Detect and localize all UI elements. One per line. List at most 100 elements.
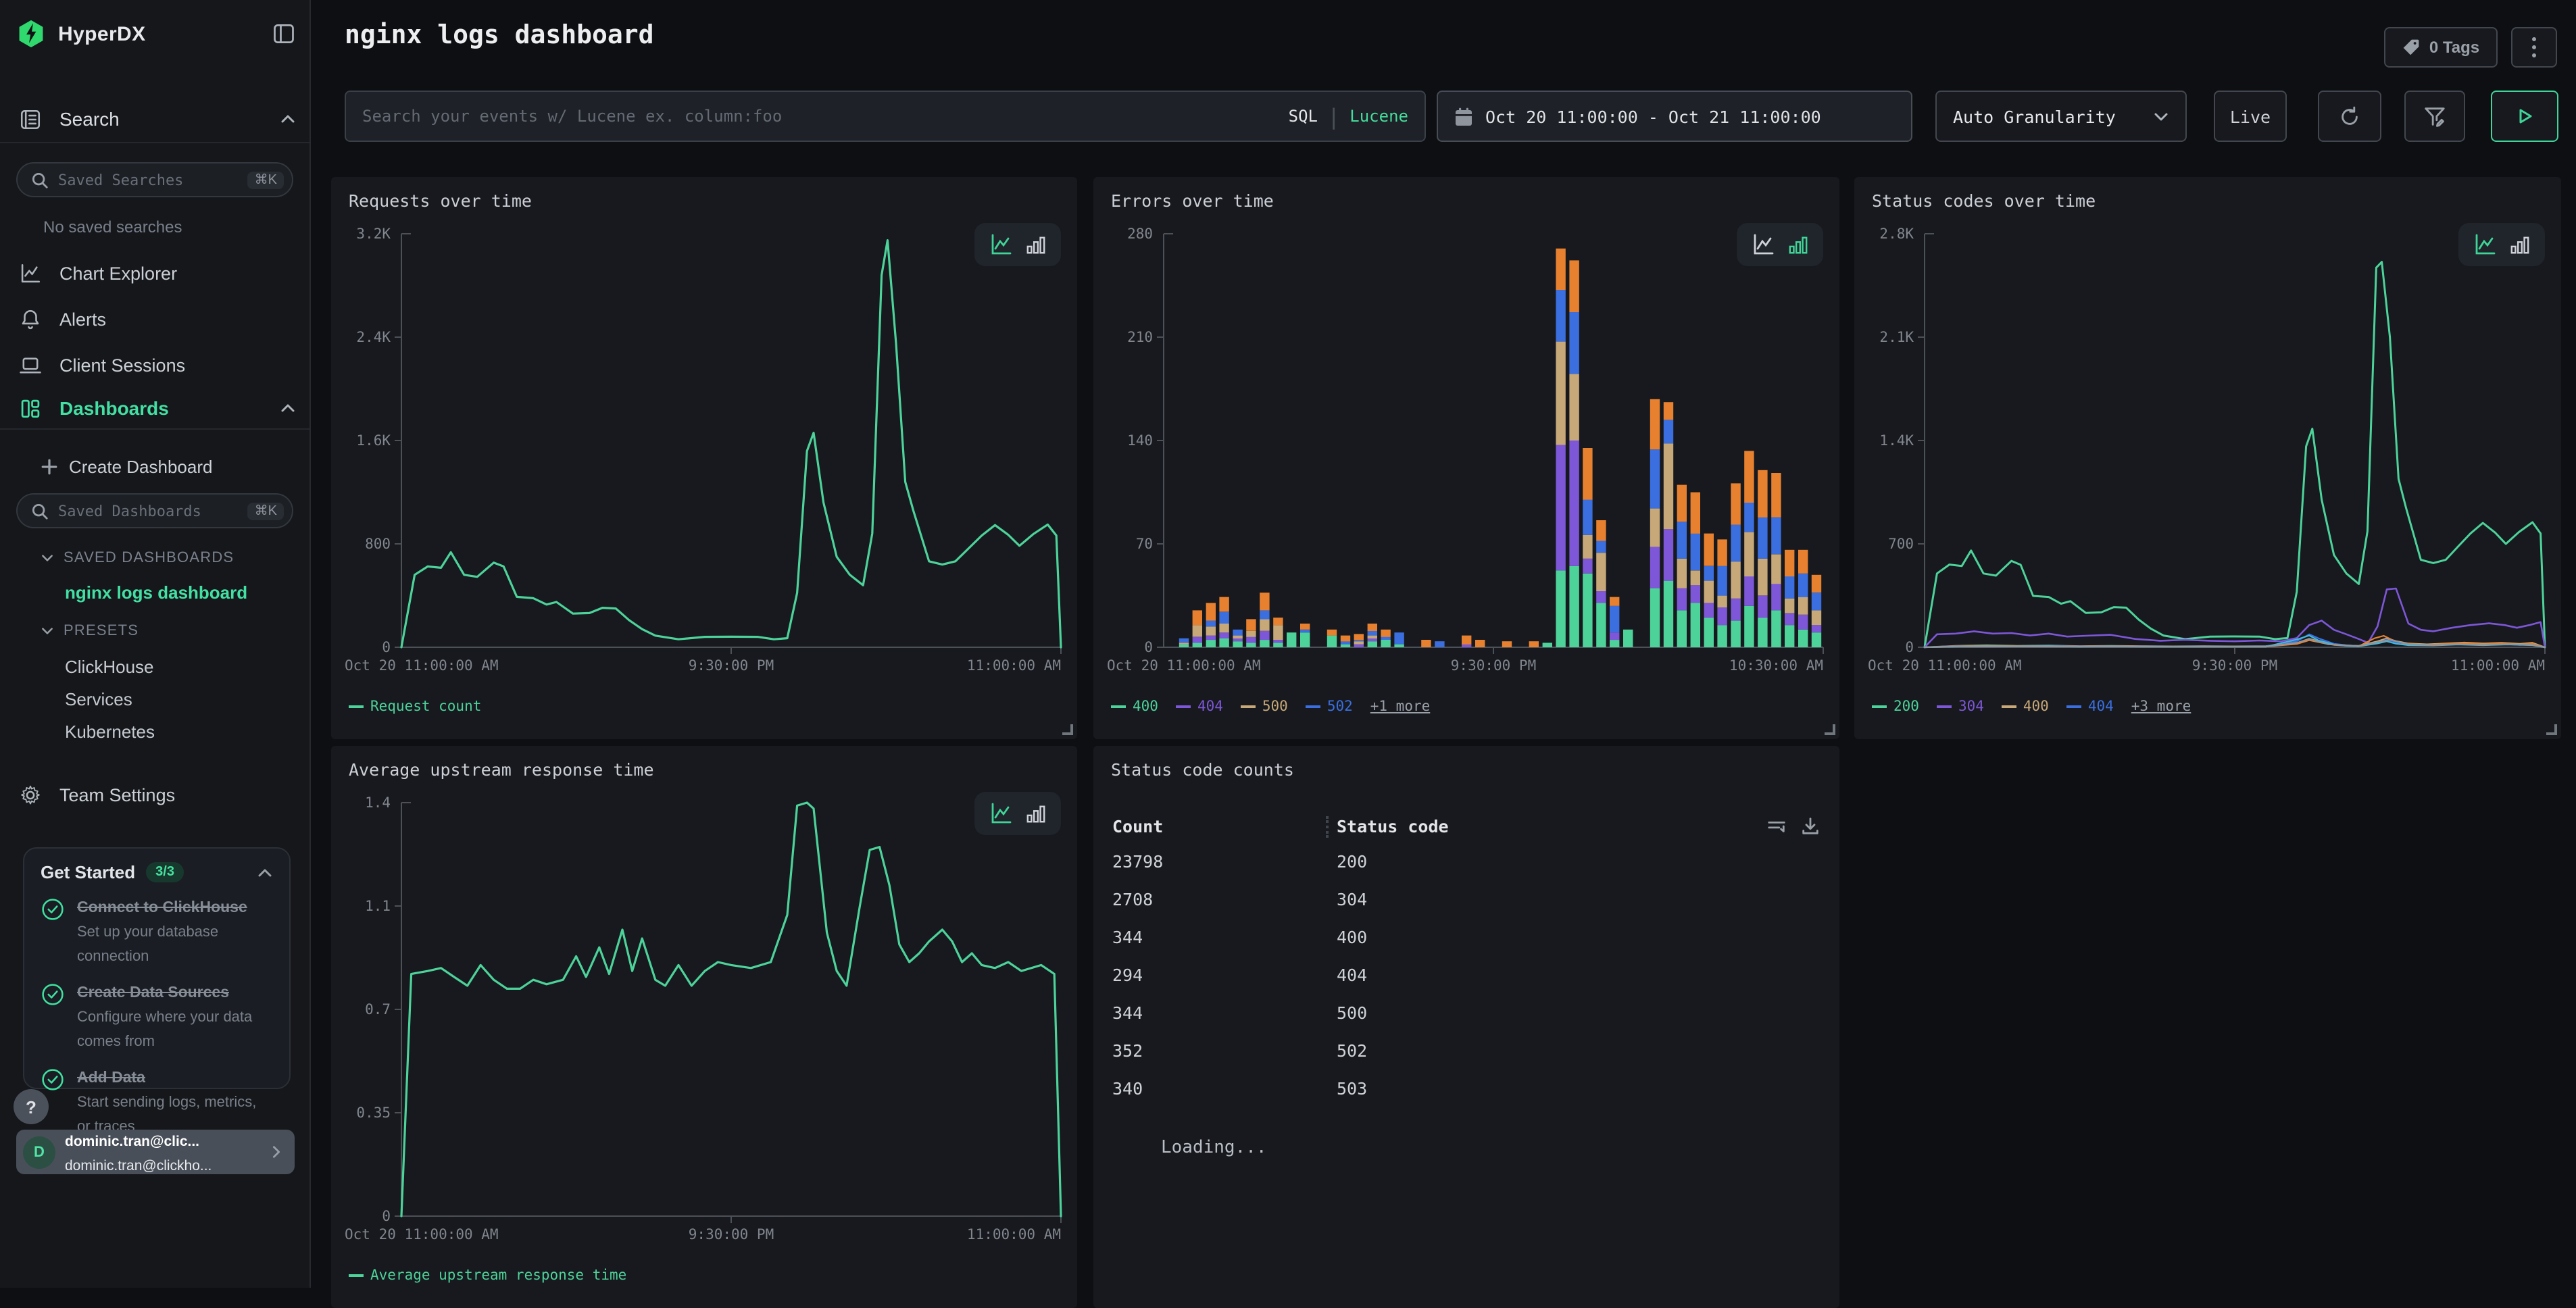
panel-resize-handle[interactable] <box>1825 724 1835 735</box>
table-header-count[interactable]: Count <box>1112 816 1163 836</box>
plus-icon <box>41 457 58 475</box>
sidebar: HyperDX Search Saved Searches ⌘K No save… <box>0 0 311 1288</box>
column-resize-handle[interactable] <box>1326 816 1329 838</box>
table-row[interactable]: 352502 <box>1093 1040 1839 1078</box>
get-started-item-title: Add Data <box>77 1070 145 1086</box>
get-started-card: Get Started 3/3 Connect to ClickHouse Se… <box>23 847 291 1089</box>
svg-text:2.4K: 2.4K <box>356 329 391 345</box>
shortcut-badge: ⌘K <box>248 171 284 188</box>
get-started-item[interactable]: Connect to ClickHouse Set up your databa… <box>41 895 273 967</box>
panel-requests-over-time: Requests over time 3.2K2.4K1.6K8000Oct 2… <box>331 177 1077 739</box>
date-range-value: Oct 20 11:00:00 - Oct 21 11:00:00 <box>1485 106 1821 126</box>
panel-status-code-counts: Status code counts Count Status code 237… <box>1093 746 1839 1308</box>
date-range-picker[interactable]: Oct 20 11:00:00 - Oct 21 11:00:00 <box>1437 91 1912 142</box>
table-row[interactable]: 340503 <box>1093 1078 1839 1116</box>
legend-item: 502 <box>1306 699 1353 715</box>
svg-text:9:30:00 PM: 9:30:00 PM <box>2192 657 2277 674</box>
sql-mode-toggle[interactable]: SQL <box>1289 107 1318 126</box>
divider <box>0 428 309 430</box>
sidebar-item-chart-explorer[interactable]: Chart Explorer <box>19 257 296 289</box>
legend-more-link[interactable]: +3 more <box>2131 699 2191 715</box>
dashboards-icon <box>19 397 42 420</box>
chevron-right-icon <box>269 1144 284 1159</box>
legend-more-link[interactable]: +1 more <box>1370 699 1431 715</box>
table-row[interactable]: 294404 <box>1093 965 1839 1003</box>
panel-resize-handle[interactable] <box>2546 724 2557 735</box>
saved-dashboards-section[interactable]: SAVED DASHBOARDS <box>41 550 234 566</box>
run-query-button[interactable] <box>2491 91 2558 142</box>
svg-text:280: 280 <box>1127 226 1153 242</box>
panel-resize-handle[interactable] <box>1062 724 1073 735</box>
legend-item: 500 <box>1241 699 1288 715</box>
chevron-up-icon[interactable] <box>257 864 273 880</box>
sidebar-item-kubernetes[interactable]: Kubernetes <box>65 722 155 742</box>
lucene-mode-toggle[interactable]: Lucene <box>1349 107 1408 126</box>
user-menu[interactable]: D dominic.tran@clic... dominic.tran@clic… <box>16 1130 295 1174</box>
user-email: dominic.tran@clickho... <box>65 1157 212 1174</box>
saved-searches-input[interactable]: Saved Searches ⌘K <box>16 162 293 197</box>
table-header-status-code[interactable]: Status code <box>1337 816 1449 836</box>
column-settings-icon[interactable] <box>1766 816 1787 836</box>
table-row[interactable]: 23798200 <box>1093 851 1839 889</box>
hyperdx-logo-icon <box>16 19 46 49</box>
get-started-item[interactable]: Add Data Start sending logs, metrics, or… <box>41 1065 273 1138</box>
legend-item: 404 <box>2066 699 2114 715</box>
chart-explorer-label: Chart Explorer <box>59 263 296 283</box>
presets-section[interactable]: PRESETS <box>41 623 139 639</box>
refresh-icon <box>2338 105 2361 128</box>
granularity-select[interactable]: Auto Granularity <box>1935 91 2187 142</box>
chevron-down-icon <box>41 624 54 638</box>
event-search-input[interactable]: Search your events w/ Lucene ex. column:… <box>345 91 1426 142</box>
get-started-item[interactable]: Create Data Sources Configure where your… <box>41 980 273 1053</box>
chevron-up-icon[interactable] <box>280 111 296 127</box>
sidebar-item-alerts[interactable]: Alerts <box>19 303 296 335</box>
errors-chart[interactable]: 280210140700Oct 20 11:00:00 AM9:30:00 PM… <box>1101 218 1831 682</box>
svg-text:2.8K: 2.8K <box>1879 226 1914 242</box>
shortcut-badge: ⌘K <box>248 502 284 520</box>
svg-text:1.4K: 1.4K <box>1879 432 1914 449</box>
panel-title: Status codes over time <box>1872 191 2096 211</box>
chevron-up-icon[interactable] <box>280 400 296 416</box>
event-search-placeholder: Search your events w/ Lucene ex. column:… <box>362 107 1289 126</box>
panel-errors-over-time: Errors over time 280210140700Oct 20 11:0… <box>1093 177 1839 739</box>
live-button[interactable]: Live <box>2214 91 2287 142</box>
get-started-item-desc: Configure where your data comes from <box>77 1009 252 1050</box>
mode-divider: | <box>1327 103 1340 129</box>
team-settings-label: Team Settings <box>59 784 296 805</box>
svg-text:9:30:00 PM: 9:30:00 PM <box>689 657 774 674</box>
tag-icon <box>2402 38 2421 57</box>
gear-icon <box>19 783 42 806</box>
search-icon <box>31 171 49 188</box>
svg-text:9:30:00 PM: 9:30:00 PM <box>689 1226 774 1242</box>
table-row[interactable]: 2708304 <box>1093 889 1839 927</box>
table-row[interactable]: 344400 <box>1093 927 1839 965</box>
get-started-progress-badge: 3/3 <box>146 862 184 882</box>
play-icon <box>2515 107 2534 126</box>
sidebar-item-clickhouse[interactable]: ClickHouse <box>65 657 154 677</box>
svg-text:1.4: 1.4 <box>365 795 391 811</box>
legend-item: 400 <box>1111 699 1158 715</box>
create-dashboard-button[interactable]: Create Dashboard <box>41 450 296 482</box>
sidebar-item-nginx-dashboard[interactable]: nginx logs dashboard <box>65 582 247 603</box>
tags-button[interactable]: 0 Tags <box>2384 27 2498 68</box>
sidebar-item-team-settings[interactable]: Team Settings <box>19 778 296 811</box>
help-button[interactable]: ? <box>14 1089 49 1124</box>
download-icon[interactable] <box>1800 816 1820 836</box>
avg-upstream-chart[interactable]: 1.41.10.70.350Oct 20 11:00:00 AM9:30:00 … <box>339 786 1069 1251</box>
sidebar-item-client-sessions[interactable]: Client Sessions <box>19 349 296 381</box>
svg-text:0: 0 <box>1144 639 1153 655</box>
table-row[interactable]: 344500 <box>1093 1003 1839 1040</box>
panel-menu-button[interactable] <box>2511 27 2557 68</box>
create-dashboard-label: Create Dashboard <box>69 456 296 476</box>
requests-chart[interactable]: 3.2K2.4K1.6K8000Oct 20 11:00:00 AM9:30:0… <box>339 218 1069 682</box>
saved-dashboards-input[interactable]: Saved Dashboards ⌘K <box>16 493 293 528</box>
sidebar-item-dashboards[interactable]: Dashboards <box>19 392 296 424</box>
filter-button[interactable] <box>2404 91 2465 142</box>
refresh-button[interactable] <box>2318 91 2381 142</box>
status-codes-chart[interactable]: 2.8K2.1K1.4K7000Oct 20 11:00:00 AM9:30:0… <box>1862 218 2553 682</box>
chart-explorer-icon <box>19 261 42 284</box>
saved-searches-placeholder: Saved Searches <box>58 171 248 188</box>
sidebar-item-search[interactable]: Search <box>19 103 296 135</box>
sidebar-item-services[interactable]: Services <box>65 689 132 709</box>
sidebar-collapse-icon[interactable] <box>272 22 296 46</box>
